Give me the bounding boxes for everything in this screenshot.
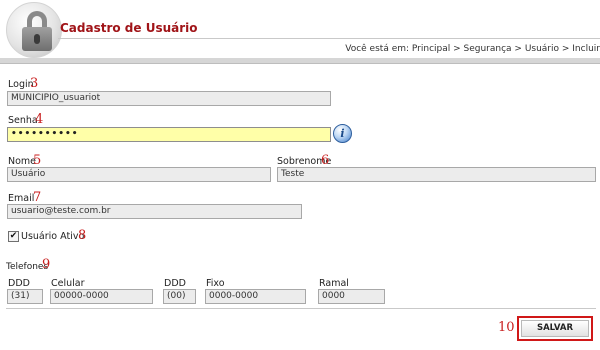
extension-field[interactable]: 0000 bbox=[318, 289, 385, 304]
login-field[interactable]: MUNICIPIO_usuariot bbox=[7, 91, 331, 106]
surname-field[interactable]: Teste bbox=[277, 167, 596, 182]
name-label: Nome bbox=[8, 156, 37, 167]
lock-keyhole bbox=[34, 34, 40, 44]
info-icon[interactable]: i bbox=[333, 124, 352, 143]
lock-icon bbox=[6, 2, 62, 58]
password-field[interactable]: •••••••••• bbox=[7, 127, 331, 142]
page-title: Cadastro de Usuário bbox=[60, 21, 198, 35]
active-label: Usuário Ativo bbox=[21, 231, 85, 242]
save-button[interactable]: SALVAR bbox=[517, 316, 593, 341]
password-marker: 4 bbox=[35, 112, 44, 127]
landline-label: Fixo bbox=[206, 278, 225, 289]
save-marker: 10 bbox=[498, 320, 515, 335]
email-field[interactable]: usuario@teste.com.br bbox=[7, 204, 302, 219]
mobile-label: Celular bbox=[51, 278, 85, 289]
page-header: Cadastro de Usuário Você está em: Princi… bbox=[0, 0, 600, 64]
ddd2-field[interactable]: (00) bbox=[163, 289, 196, 304]
login-marker: 3 bbox=[30, 76, 39, 91]
mobile-field[interactable]: 00000-0000 bbox=[50, 289, 153, 304]
active-marker: 8 bbox=[78, 228, 87, 243]
email-marker: 7 bbox=[33, 190, 42, 205]
save-button-label: SALVAR bbox=[521, 320, 589, 337]
password-label: Senha bbox=[8, 115, 38, 126]
ddd1-field[interactable]: (31) bbox=[7, 289, 43, 304]
surname-marker: 6 bbox=[321, 153, 330, 168]
header-bar bbox=[0, 58, 600, 64]
ddd2-label: DDD bbox=[164, 278, 186, 289]
title-divider bbox=[58, 38, 600, 39]
active-checkbox[interactable]: ✔ bbox=[8, 231, 19, 242]
name-marker: 5 bbox=[33, 153, 42, 168]
form-divider bbox=[6, 308, 596, 309]
landline-field[interactable]: 0000-0000 bbox=[205, 289, 306, 304]
breadcrumb: Você está em: Principal > Segurança > Us… bbox=[345, 44, 600, 54]
name-field[interactable]: Usuário bbox=[7, 167, 271, 182]
email-label: Email bbox=[8, 193, 35, 204]
ddd1-label: DDD bbox=[8, 278, 30, 289]
extension-label: Ramal bbox=[319, 278, 349, 289]
phones-marker: 9 bbox=[42, 257, 51, 272]
